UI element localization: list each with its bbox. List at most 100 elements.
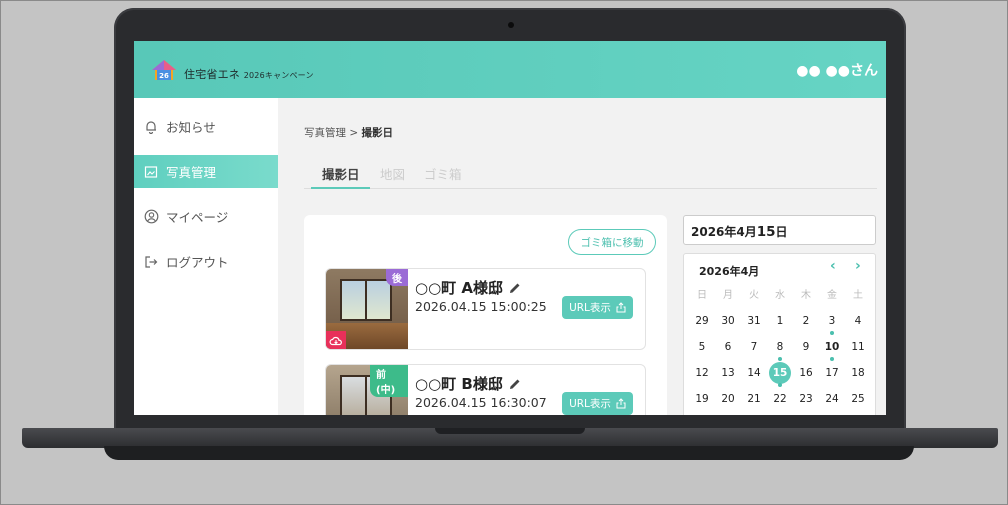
weekday-label: 月	[723, 290, 733, 301]
pencil-icon[interactable]	[509, 282, 521, 294]
weekday-label: 水	[775, 290, 785, 301]
before-badge: 前(中)	[370, 365, 408, 397]
calendar-day[interactable]: 22	[769, 388, 791, 410]
date-field-day: 15	[756, 224, 776, 240]
url-button-label: URL表示	[569, 398, 611, 410]
user-name[interactable]: ●● ●●さん	[796, 60, 878, 80]
calendar-day[interactable]: 23	[795, 388, 817, 410]
sidebar-item-notices[interactable]: お知らせ	[134, 110, 278, 143]
laptop-foot	[104, 446, 914, 460]
calendar-day[interactable]: 13	[717, 362, 739, 384]
app-title[interactable]: 住宅省エネ 2026キャンペーン	[184, 66, 314, 82]
calendar-day[interactable]: 12	[691, 362, 713, 384]
photo-indicator-dot	[778, 357, 782, 361]
sidebar-item-label: 写真管理	[166, 165, 217, 180]
tab-shooting-date[interactable]: 撮影日	[322, 164, 360, 183]
calendar-day[interactable]: 21	[743, 388, 765, 410]
date-field-suffix: 日	[775, 225, 788, 239]
app-title-suffix: キャンペーン	[264, 71, 314, 80]
app-screen: 26 住宅省エネ 2026キャンペーン ●● ●●さん お知らせ 写真管理 マイ…	[134, 41, 886, 415]
share-icon	[616, 302, 626, 313]
pencil-icon[interactable]	[509, 378, 521, 390]
photo-indicator-dot	[830, 331, 834, 335]
move-to-trash-button[interactable]: ゴミ箱に移動	[568, 229, 656, 255]
sidebar-item-mypage[interactable]: マイページ	[134, 200, 278, 233]
calendar-day[interactable]: 3	[821, 310, 843, 332]
calendar-day[interactable]: 6	[717, 336, 739, 358]
calendar-day[interactable]: 1	[769, 310, 791, 332]
photo-panel: ゴミ箱に移動 後 ○○町 A様邸 2026.04.15 15:00:25 URL…	[304, 215, 667, 415]
calendar-day[interactable]: 5	[691, 336, 713, 358]
app-header: 26 住宅省エネ 2026キャンペーン ●● ●●さん	[134, 41, 886, 98]
calendar-day[interactable]: 20	[717, 388, 739, 410]
calendar-day[interactable]: 2	[795, 310, 817, 332]
logo-number: 26	[159, 72, 169, 80]
url-show-button[interactable]: URL表示	[562, 392, 633, 415]
laptop-notch	[435, 428, 585, 434]
calendar-day[interactable]: 11	[847, 336, 869, 358]
photo-indicator-dot	[830, 357, 834, 361]
app-title-year: 2026	[243, 71, 265, 80]
weekday-label: 土	[853, 290, 863, 301]
breadcrumb: 写真管理 > 撮影日	[304, 125, 393, 140]
card-title-text: ○○町 B様邸	[415, 375, 503, 393]
calendar-day[interactable]: 31	[743, 310, 765, 332]
card-title: ○○町 B様邸	[415, 373, 521, 394]
url-show-button[interactable]: URL表示	[562, 296, 633, 319]
house-logo-icon: 26	[152, 60, 176, 80]
webcam	[508, 22, 514, 28]
card-title: ○○町 A様邸	[415, 277, 521, 298]
calendar-day[interactable]: 17	[821, 362, 843, 384]
sidebar-item-photos[interactable]: 写真管理	[134, 155, 278, 188]
sidebar: お知らせ 写真管理 マイページ ログアウト	[134, 98, 278, 415]
photo-card[interactable]: 後 ○○町 A様邸 2026.04.15 15:00:25 URL表示	[325, 268, 646, 350]
photo-card[interactable]: 前(中) ○○町 B様邸 2026.04.15 16:30:07 URL表示	[325, 364, 646, 415]
calendar-day[interactable]: 14	[743, 362, 765, 384]
after-badge: 後	[386, 269, 408, 286]
url-button-label: URL表示	[569, 302, 611, 314]
tab-map[interactable]: 地図	[380, 164, 405, 183]
calendar-prev-button[interactable]: ‹	[830, 258, 836, 274]
photo-indicator-dot	[778, 383, 782, 387]
active-tab-indicator	[311, 187, 370, 189]
weekday-label: 日	[697, 290, 707, 301]
sidebar-item-logout[interactable]: ログアウト	[134, 245, 278, 278]
calendar-day[interactable]: 29	[691, 310, 713, 332]
calendar-day[interactable]: 8	[769, 336, 791, 358]
cloud-icon	[326, 331, 346, 349]
calendar-day[interactable]: 16	[795, 362, 817, 384]
photo-thumbnail[interactable]: 前(中)	[326, 365, 408, 415]
calendar-day[interactable]: 24	[821, 388, 843, 410]
calendar-month-label: 2026年4月	[699, 265, 760, 278]
sidebar-item-label: マイページ	[166, 210, 229, 225]
calendar-day[interactable]: 18	[847, 362, 869, 384]
calendar-day[interactable]: 9	[795, 336, 817, 358]
weekday-label: 金	[827, 290, 837, 301]
calendar-day[interactable]: 10	[821, 336, 843, 358]
date-field-prefix: 2026年4月	[691, 225, 757, 239]
calendar-day[interactable]: 30	[717, 310, 739, 332]
share-icon	[616, 398, 626, 409]
calendar-day[interactable]: 25	[847, 388, 869, 410]
sidebar-item-label: お知らせ	[166, 120, 216, 135]
photo-icon	[143, 164, 159, 180]
tab-trash[interactable]: ゴミ箱	[424, 164, 462, 183]
calendar: 2026年4月 ‹ › 日月火水木金土 29 30 31 1 2 3 4 5 6 7 8 9 10 11 12…	[683, 253, 876, 415]
calendar-day[interactable]: 7	[743, 336, 765, 358]
date-field[interactable]: 2026年4月15日	[683, 215, 876, 245]
breadcrumb-current: 撮影日	[361, 127, 393, 139]
calendar-day[interactable]: 15	[769, 362, 791, 384]
calendar-day[interactable]: 19	[691, 388, 713, 410]
logout-icon	[143, 254, 159, 270]
user-circle-icon	[143, 209, 159, 225]
card-title-text: ○○町 A様邸	[415, 279, 504, 297]
breadcrumb-parent[interactable]: 写真管理	[304, 127, 346, 139]
calendar-day[interactable]: 4	[847, 310, 869, 332]
tab-bar: 撮影日 地図 ゴミ箱	[304, 157, 877, 189]
weekday-label: 木	[801, 290, 811, 301]
card-date: 2026.04.15 16:30:07	[415, 395, 547, 410]
photo-thumbnail[interactable]: 後	[326, 269, 408, 349]
calendar-next-button[interactable]: ›	[855, 258, 861, 274]
app-title-main: 住宅省エネ	[184, 68, 240, 81]
breadcrumb-separator: >	[346, 127, 362, 139]
